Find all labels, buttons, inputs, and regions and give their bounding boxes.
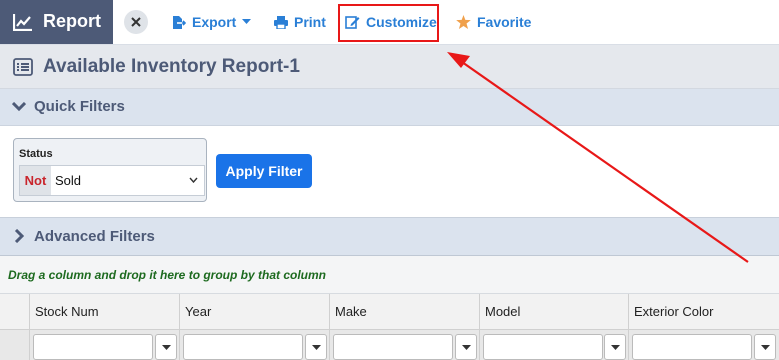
column-header[interactable]: Make [329,294,479,329]
caret-down-icon [462,345,471,350]
advanced-filters-label: Advanced Filters [34,228,155,245]
filter-dropdown-button[interactable] [155,334,177,360]
column-header[interactable]: Model [479,294,628,329]
column-header-label: Model [485,304,521,319]
caret-down-icon [611,345,620,350]
status-filter: Status Not Sold [13,138,207,202]
export-label: Export [192,14,237,30]
favorite-label: Favorite [477,14,532,30]
column-filter-input[interactable] [483,334,603,360]
column-header[interactable]: Exterior Color [628,294,779,329]
not-toggle[interactable]: Not [20,166,51,195]
column-header-label: Stock Num [35,304,99,319]
line-chart-icon [13,14,32,31]
annotation-highlight-box [338,4,439,42]
quick-filters-toggle[interactable]: Quick Filters [0,89,779,126]
filter-dropdown-button[interactable] [754,334,776,360]
grid-header: Stock Num Year Make Model Exterior Color [0,294,779,330]
group-by-hint: Drag a column and drop it here to group … [8,268,327,282]
star-icon [456,15,471,29]
print-button[interactable]: Print [274,0,326,44]
chevron-right-icon [14,229,24,243]
filter-cell [29,330,179,360]
list-icon [13,58,33,76]
caret-down-icon [242,19,252,24]
caret-down-icon [312,345,321,350]
print-icon [274,15,288,29]
page-title-bar: Available Inventory Report-1 [0,45,779,89]
filter-dropdown-button[interactable] [604,334,626,360]
export-file-icon [173,15,186,29]
caret-down-icon [761,345,770,350]
close-button[interactable] [124,10,148,34]
chevron-down-icon [12,102,26,112]
column-header-label: Year [185,304,212,319]
status-select[interactable]: Not Sold [19,165,205,196]
advanced-filters-toggle[interactable]: Advanced Filters [0,217,779,257]
print-label: Print [294,14,326,30]
column-header-label: Make [335,304,367,319]
filter-dropdown-button[interactable] [455,334,477,360]
status-select-value: Sold [55,173,82,188]
column-filter-input[interactable] [183,334,303,360]
export-button[interactable]: Export [172,0,252,44]
page-title: Available Inventory Report-1 [43,56,300,77]
filter-cell [329,330,479,360]
filter-cell [479,330,628,360]
chevron-down-icon [189,177,198,183]
column-filter-input[interactable] [33,334,153,360]
group-by-drop-zone[interactable]: Drag a column and drop it here to group … [0,256,779,294]
report-brand: Report [0,0,113,44]
column-header[interactable]: Stock Num [29,294,179,329]
filter-cell-empty [0,330,29,360]
apply-filter-button[interactable]: Apply Filter [216,154,312,188]
filter-dropdown-button[interactable] [305,334,327,360]
favorite-button[interactable]: Favorite [456,0,531,44]
status-filter-label: Status [19,148,53,160]
filter-cell [179,330,329,360]
grid-filter-row [0,330,779,360]
grid-select-column [0,294,29,329]
column-header-label: Exterior Color [634,304,714,319]
column-filter-input[interactable] [333,334,453,360]
column-header[interactable]: Year [179,294,329,329]
quick-filters-panel: Status Not Sold Apply Filter [0,126,779,216]
quick-filters-label: Quick Filters [34,98,125,115]
filter-cell [628,330,779,360]
caret-down-icon [162,345,171,350]
brand-title: Report [43,11,101,31]
close-icon [131,17,141,27]
column-filter-input[interactable] [632,334,752,360]
